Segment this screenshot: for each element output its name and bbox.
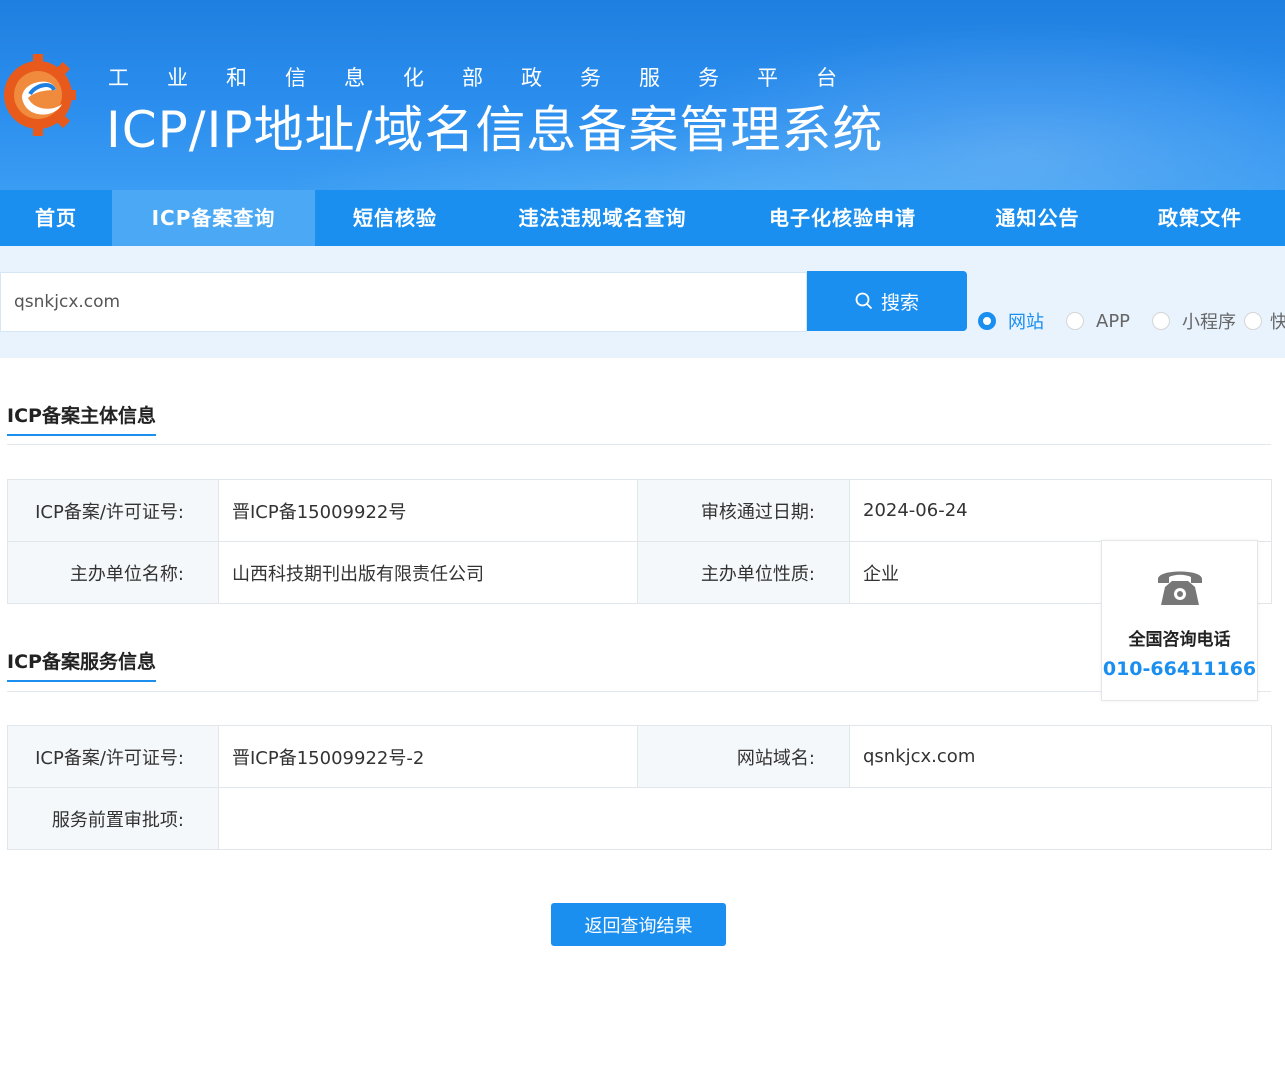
radio-dot [1152, 312, 1171, 330]
preapproval-label: 服务前置审批项: [7, 787, 219, 850]
service-license-value: 晋ICP备15009922号-2 [218, 725, 638, 788]
service-license-label: ICP备案/许可证号: [7, 725, 219, 788]
preapproval-value [218, 787, 1272, 850]
radio-label: 快 [1270, 312, 1285, 333]
org-type-label: 主办单位性质: [637, 541, 850, 604]
back-to-results-button[interactable]: 返回查询结果 [551, 903, 726, 946]
nav-item-policy[interactable]: 政策文件 [1120, 190, 1280, 246]
approve-date-value: 2024-06-24 [849, 479, 1272, 542]
org-name-label: 主办单位名称: [7, 541, 219, 604]
radio-dot [978, 312, 996, 330]
search-type-radio-group: 网站 APP 小程序 快 [978, 308, 1285, 334]
nav-item-e-verify[interactable]: 电子化核验申请 [730, 190, 955, 246]
table-row: 服务前置审批项: [7, 787, 1272, 850]
nav-item-home[interactable]: 首页 [0, 190, 112, 246]
search-button-label: 搜索 [880, 291, 919, 314]
system-title: ICP/IP地址/域名信息备案管理系统 [106, 101, 884, 159]
main-nav: 首页 ICP备案查询 短信核验 违法违规域名查询 电子化核验申请 通知公告 政策… [0, 190, 1285, 246]
service-info-table: ICP备案/许可证号: 晋ICP备15009922号-2 网站域名: qsnkj… [7, 725, 1272, 850]
radio-label: APP [1096, 310, 1131, 332]
search-icon [855, 292, 873, 310]
nav-item-notices[interactable]: 通知公告 [955, 190, 1120, 246]
telephone-icon [1158, 571, 1202, 605]
section-divider [7, 444, 1271, 445]
org-name-value: 山西科技期刊出版有限责任公司 [218, 541, 638, 604]
consult-hotline-panel[interactable]: 全国咨询电话 010-66411166 [1101, 540, 1258, 701]
header-banner: 工业和信息化部政务服务平台 ICP/IP地址/域名信息备案管理系统 [0, 0, 1285, 190]
radio-label: 网站 [1008, 312, 1044, 333]
platform-name: 工业和信息化部政务服务平台 [108, 66, 875, 90]
platform-logo-icon [4, 54, 76, 136]
section-divider [7, 691, 1271, 692]
nav-item-sms-verify[interactable]: 短信核验 [315, 190, 475, 246]
radio-app[interactable]: APP [1066, 311, 1130, 332]
radio-mini-program[interactable]: 小程序 [1152, 308, 1236, 334]
nav-item-icp-query[interactable]: ICP备案查询 [112, 190, 315, 246]
domain-label: 网站域名: [637, 725, 850, 788]
table-row: ICP备案/许可证号: 晋ICP备15009922号-2 网站域名: qsnkj… [7, 725, 1272, 788]
search-area: 搜索 网站 APP 小程序 快 [0, 246, 1285, 358]
license-value: 晋ICP备15009922号 [218, 479, 638, 542]
radio-quick-app[interactable]: 快 [1244, 308, 1285, 334]
search-button[interactable]: 搜索 [807, 271, 967, 331]
nav-item-illegal-domain[interactable]: 违法违规域名查询 [475, 190, 730, 246]
consult-phone-number: 010-66411166 [1102, 658, 1257, 680]
approve-date-label: 审核通过日期: [637, 479, 850, 542]
radio-label: 小程序 [1182, 312, 1237, 333]
radio-website[interactable]: 网站 [978, 308, 1044, 334]
license-label: ICP备案/许可证号: [7, 479, 219, 542]
subject-info-title: ICP备案主体信息 [7, 401, 156, 436]
service-info-title: ICP备案服务信息 [7, 647, 156, 682]
subject-info-table: ICP备案/许可证号: 晋ICP备15009922号 审核通过日期: 2024-… [7, 479, 1272, 604]
radio-dot [1244, 312, 1263, 330]
table-row: ICP备案/许可证号: 晋ICP备15009922号 审核通过日期: 2024-… [7, 479, 1272, 542]
consult-label: 全国咨询电话 [1128, 630, 1231, 650]
domain-value: qsnkjcx.com [849, 725, 1272, 788]
table-row: 主办单位名称: 山西科技期刊出版有限责任公司 主办单位性质: 企业 [7, 541, 1272, 604]
search-input[interactable] [0, 272, 807, 332]
radio-dot [1066, 312, 1084, 330]
